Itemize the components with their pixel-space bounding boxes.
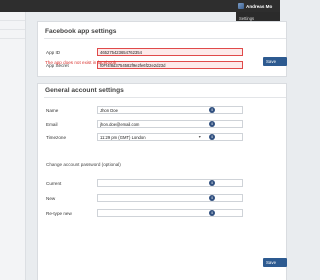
app-id-label: App ID bbox=[46, 50, 61, 55]
avatar bbox=[238, 3, 244, 9]
info-icon[interactable]: i bbox=[209, 121, 215, 127]
save-button[interactable]: Save bbox=[263, 57, 287, 66]
divider bbox=[44, 97, 286, 98]
sidebar-item[interactable] bbox=[0, 21, 25, 30]
retype-password-label: Re-type new bbox=[46, 211, 72, 216]
sidebar-item[interactable] bbox=[0, 30, 25, 39]
save-button[interactable]: Save bbox=[263, 258, 287, 267]
sidebar-item[interactable] bbox=[0, 12, 25, 21]
general-settings-panel: General account settings Name i Email i … bbox=[37, 83, 287, 280]
retype-password-field[interactable] bbox=[97, 209, 243, 217]
info-icon[interactable]: i bbox=[209, 107, 215, 113]
timezone-select[interactable] bbox=[97, 133, 243, 141]
app-id-field[interactable] bbox=[97, 48, 243, 56]
info-icon[interactable]: i bbox=[209, 180, 215, 186]
app-secret-field[interactable] bbox=[97, 61, 243, 69]
sidebar bbox=[0, 12, 26, 280]
error-message: The app does not exist in facebook bbox=[45, 60, 117, 65]
email-label: Email bbox=[46, 122, 58, 127]
current-password-label: Current bbox=[46, 181, 62, 186]
new-password-label: New bbox=[46, 196, 56, 201]
new-password-field[interactable] bbox=[97, 194, 243, 202]
chevron-down-icon: ▼ bbox=[198, 135, 202, 139]
password-section-heading: Change account password (optional) bbox=[46, 162, 121, 167]
divider bbox=[44, 38, 286, 39]
user-name: Andreas Mo bbox=[246, 3, 273, 9]
panel-title: Facebook app settings bbox=[45, 28, 117, 35]
info-icon[interactable]: i bbox=[209, 134, 215, 140]
user-menu-trigger[interactable]: Andreas Mo bbox=[238, 2, 272, 10]
info-icon[interactable]: i bbox=[209, 210, 215, 216]
name-label: Name bbox=[46, 108, 59, 113]
name-field[interactable] bbox=[97, 106, 243, 114]
panel-title: General account settings bbox=[45, 87, 124, 94]
timezone-label: Timezone bbox=[46, 135, 66, 140]
email-field[interactable] bbox=[97, 120, 243, 128]
current-password-field[interactable] bbox=[97, 179, 243, 187]
facebook-settings-panel: Facebook app settings App ID App Secret bbox=[37, 21, 287, 77]
info-icon[interactable]: i bbox=[209, 195, 215, 201]
